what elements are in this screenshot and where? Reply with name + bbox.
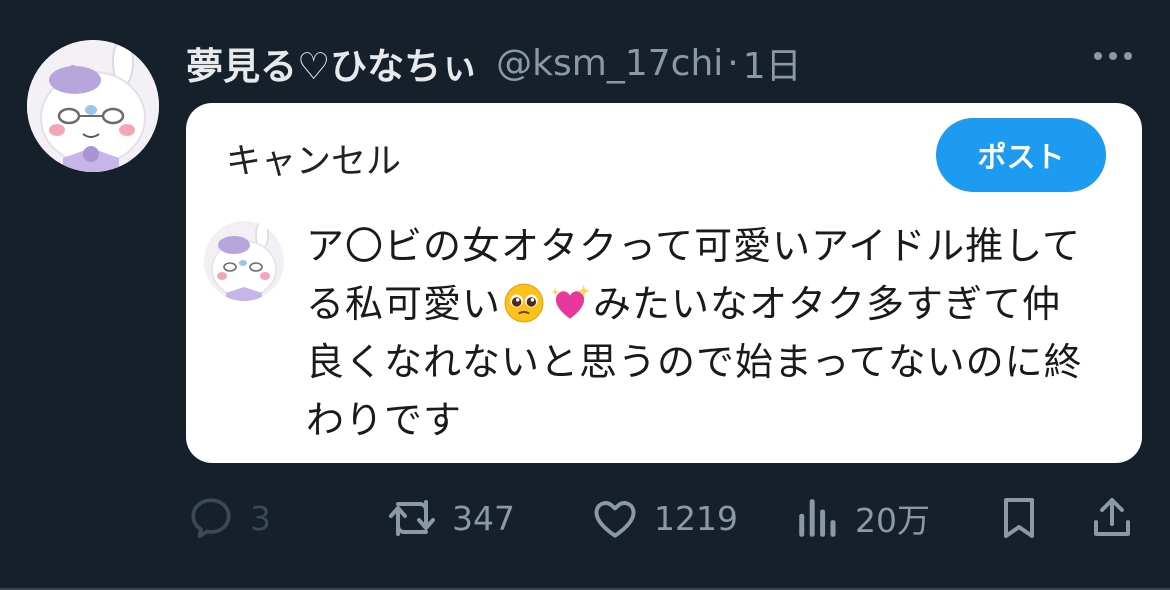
bookmark-button[interactable] bbox=[995, 488, 1043, 548]
tweet-header: 夢見る♡ひなちぃ @ksm_17chi · 1日 bbox=[186, 34, 802, 92]
tweet-actions: 3 347 1219 20万 bbox=[0, 488, 1170, 548]
ellipsis-icon[interactable] bbox=[1094, 52, 1132, 60]
like-button[interactable]: 1219 bbox=[590, 488, 738, 548]
timestamp[interactable]: 1日 bbox=[743, 37, 802, 89]
pleading-face-emoji bbox=[504, 283, 544, 323]
reply-button[interactable]: 3 bbox=[186, 488, 271, 548]
dot bbox=[1109, 52, 1117, 60]
heart-icon bbox=[594, 501, 636, 538]
retweet-count: 347 bbox=[452, 498, 515, 538]
cancel-button: キャンセル bbox=[226, 142, 402, 182]
dot bbox=[1124, 52, 1132, 60]
share-button[interactable] bbox=[1088, 488, 1136, 548]
reply-icon bbox=[191, 498, 231, 538]
draft-line-segment: みたいなオタク多すぎて仲 bbox=[593, 282, 1062, 326]
embedded-image[interactable]: キャンセル ポスト ア〇ビの女オタクって可愛いアイドル推して る私可愛い みたい… bbox=[186, 103, 1142, 463]
retweet-icon bbox=[389, 500, 435, 536]
draft-line-segment: る私可愛い bbox=[306, 282, 502, 326]
separator: · bbox=[727, 42, 739, 84]
views-icon bbox=[799, 499, 836, 537]
dot bbox=[1094, 52, 1102, 60]
reply-count: 3 bbox=[250, 498, 271, 538]
avatar bbox=[204, 221, 284, 301]
bookmark-icon bbox=[1004, 498, 1034, 538]
draft-line-with-emoji: る私可愛い みたいなオタク多すぎて仲 bbox=[306, 275, 1106, 333]
display-name[interactable]: 夢見る♡ひなちぃ bbox=[186, 36, 478, 90]
like-count: 1219 bbox=[654, 498, 738, 538]
views-button[interactable]: 20万 bbox=[795, 488, 930, 548]
draft-text: ア〇ビの女オタクって可愛いアイドル推して る私可愛い みたいなオタク多すぎて仲 … bbox=[306, 217, 1106, 449]
views-count: 20万 bbox=[855, 501, 930, 540]
retweet-button[interactable]: 347 bbox=[386, 488, 515, 548]
draft-line: ア〇ビの女オタクって可愛いアイドル推して bbox=[306, 224, 1082, 268]
user-handle[interactable]: @ksm_17chi bbox=[496, 43, 723, 84]
plush-bunny-avatar bbox=[27, 40, 159, 172]
share-icon bbox=[1094, 498, 1130, 536]
draft-line: 良くなれないと思うので始まってないのに終 bbox=[306, 340, 1083, 384]
post-button: ポスト bbox=[936, 118, 1106, 192]
draft-line: わりです bbox=[306, 398, 463, 442]
avatar[interactable] bbox=[27, 40, 159, 172]
plush-bunny-avatar bbox=[204, 221, 284, 301]
sparkling-heart-emoji bbox=[551, 285, 590, 319]
